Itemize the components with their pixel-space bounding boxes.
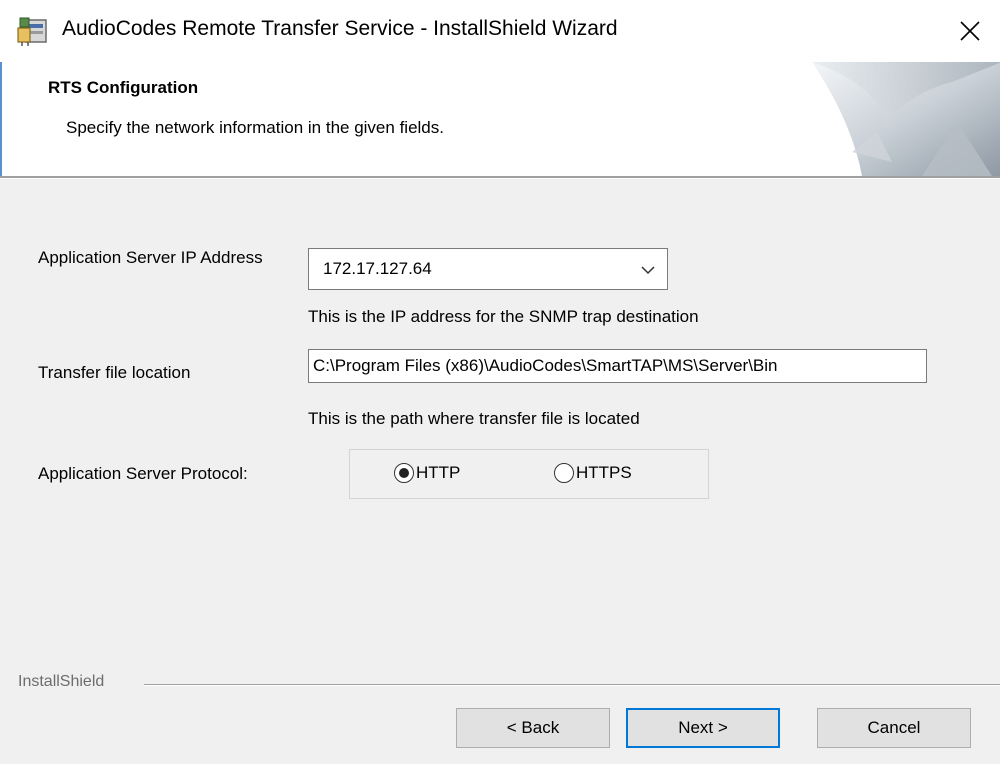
installer-window: AudioCodes Remote Transfer Service - Ins… bbox=[0, 0, 1000, 764]
radio-http-label: HTTP bbox=[416, 463, 461, 482]
transfer-location-hint: This is the path where transfer file is … bbox=[308, 409, 640, 428]
banner-graphic bbox=[812, 62, 1000, 176]
installshield-brand: InstallShield bbox=[18, 673, 105, 690]
page-subtitle: Specify the network information in the g… bbox=[66, 118, 444, 137]
transfer-location-input[interactable] bbox=[308, 349, 927, 383]
close-button[interactable] bbox=[945, 8, 995, 54]
next-button[interactable]: Next > bbox=[626, 708, 780, 748]
radio-unselected-icon bbox=[554, 463, 574, 483]
ip-address-combobox[interactable]: 172.17.127.64 bbox=[308, 248, 668, 290]
radio-https[interactable]: HTTPS bbox=[554, 463, 632, 483]
radio-http[interactable]: HTTP bbox=[394, 463, 460, 483]
close-icon bbox=[960, 21, 980, 41]
protocol-radio-group: HTTP HTTPS bbox=[349, 449, 709, 499]
page-title: RTS Configuration bbox=[48, 78, 199, 97]
protocol-label: Application Server Protocol: bbox=[38, 464, 248, 483]
ip-address-value: 172.17.127.64 bbox=[323, 259, 432, 278]
back-button[interactable]: < Back bbox=[456, 708, 610, 748]
header-banner: RTS Configuration Specify the network in… bbox=[0, 62, 1000, 176]
installer-app-icon bbox=[17, 17, 47, 46]
title-bar: AudioCodes Remote Transfer Service - Ins… bbox=[0, 0, 1000, 62]
transfer-location-label: Transfer file location bbox=[38, 363, 191, 382]
cancel-button[interactable]: Cancel bbox=[817, 708, 971, 748]
radio-https-label: HTTPS bbox=[576, 463, 632, 482]
ip-address-hint: This is the IP address for the SNMP trap… bbox=[308, 307, 699, 326]
window-title: AudioCodes Remote Transfer Service - Ins… bbox=[62, 17, 618, 40]
radio-selected-icon bbox=[394, 463, 414, 483]
chevron-down-icon[interactable] bbox=[639, 261, 657, 279]
ip-address-label: Application Server IP Address bbox=[38, 248, 263, 267]
